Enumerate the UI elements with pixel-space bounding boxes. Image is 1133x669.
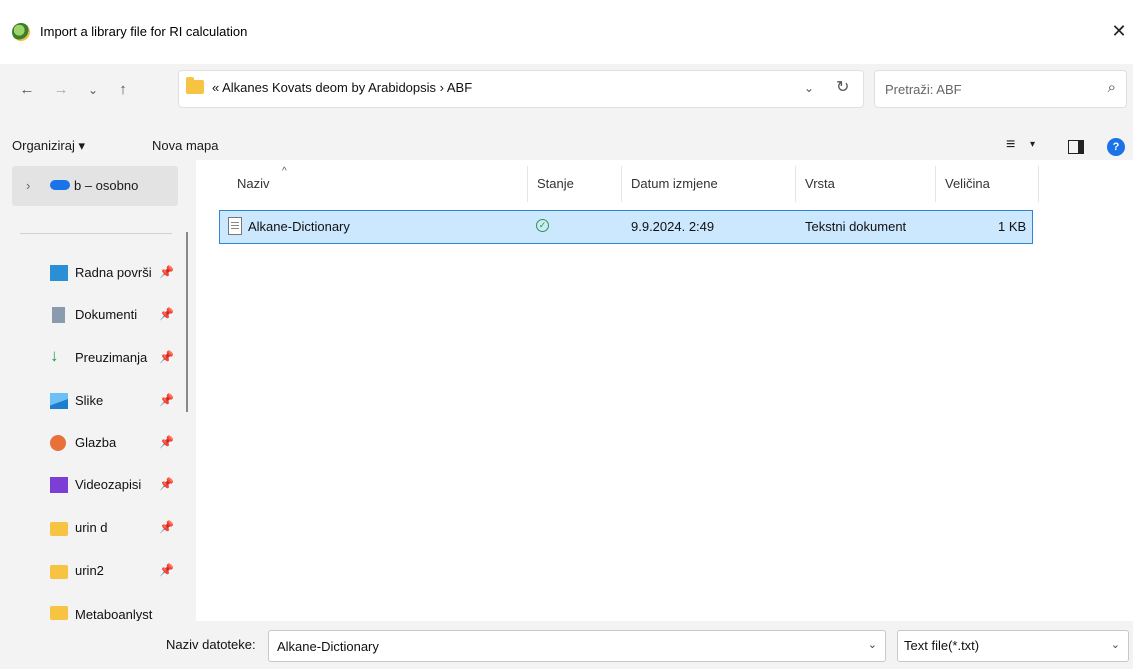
file-type: Tekstni dokument (805, 219, 907, 234)
sidebar-item-folder-metaboanlyst[interactable]: Metaboanlyst (0, 597, 186, 621)
sidebar-divider (20, 233, 172, 234)
pin-icon[interactable]: 📌 (159, 265, 174, 279)
column-separator[interactable] (1038, 166, 1039, 202)
file-date-modified: 9.9.2024. 2:49 (631, 219, 715, 234)
sidebar-item-label: Preuzimanja (75, 350, 148, 365)
cloud-icon (50, 180, 70, 190)
sidebar-item-music[interactable]: Glazba 📌 (0, 428, 186, 458)
recent-locations-button[interactable]: ⌄ (80, 77, 106, 103)
folder-icon (50, 606, 68, 620)
sidebar-item-label: urin d (75, 520, 108, 535)
search-box[interactable]: ⌕ (874, 70, 1127, 108)
sidebar-item-folder-urin2[interactable]: urin2 📌 (0, 556, 186, 586)
address-history-chevron-icon[interactable]: ⌄ (804, 81, 814, 95)
sidebar-item-folder-urin-d[interactable]: urin d 📌 (0, 513, 186, 543)
pin-icon[interactable]: 📌 (159, 520, 174, 534)
refresh-button[interactable]: ↻ (836, 77, 849, 97)
sidebar-item-videos[interactable]: Videozapisi 📌 (0, 470, 186, 500)
file-type-value: Text file(*.txt) (904, 638, 980, 653)
column-separator[interactable] (795, 166, 796, 202)
pin-icon[interactable]: 📌 (159, 477, 174, 491)
filename-label: Naziv datoteke: (166, 637, 256, 652)
sidebar-item-documents[interactable]: Dokumenti 📌 (0, 300, 186, 330)
sidebar-item-downloads[interactable]: ↓ Preuzimanja 📌 (0, 343, 186, 373)
sidebar-item-label: Slike (75, 393, 104, 408)
back-button[interactable]: ← (14, 77, 40, 103)
download-icon: ↓ (50, 346, 59, 365)
folder-icon (50, 522, 68, 536)
pin-icon[interactable]: 📌 (159, 393, 174, 407)
file-name: Alkane-Dictionary (248, 219, 350, 234)
filename-combobox[interactable]: ⌄ (268, 630, 886, 662)
pin-icon[interactable]: 📌 (159, 563, 174, 577)
sidebar-item-label: Videozapisi (75, 477, 142, 492)
music-icon (50, 435, 66, 451)
sidebar-item-desktop[interactable]: Radna površi 📌 (0, 258, 186, 288)
document-icon (52, 307, 65, 323)
preview-pane-icon[interactable] (1068, 140, 1084, 154)
desktop-icon (50, 265, 68, 281)
sidebar-item-pictures[interactable]: Slike 📌 (0, 386, 186, 416)
window-title: Import a library file for RI calculation (40, 24, 248, 39)
pin-icon[interactable]: 📌 (159, 350, 174, 364)
folder-icon (50, 565, 68, 579)
search-input[interactable] (883, 71, 1087, 107)
column-separator[interactable] (527, 166, 528, 202)
view-options-icon[interactable]: ≡ (1006, 136, 1015, 154)
chevron-down-icon[interactable]: ⌄ (868, 638, 877, 651)
sidebar-item-label: b – osobno (74, 178, 139, 193)
sidebar-item-label: Glazba (75, 435, 117, 450)
sidebar-item-label: Metaboanlyst (75, 607, 153, 621)
sidebar-item-label: urin2 (75, 563, 104, 578)
folder-icon (186, 77, 204, 94)
column-separator[interactable] (935, 166, 936, 202)
close-button[interactable]: ✕ (1108, 19, 1130, 43)
breadcrumb[interactable]: « Alkanes Kovats deom by Arabidopsis › A… (212, 80, 472, 95)
column-header-size[interactable]: Veličina (945, 176, 990, 191)
column-header-type[interactable]: Vrsta (805, 176, 835, 191)
organize-button[interactable]: Organiziraj ▾ (12, 138, 85, 154)
sidebar-scrollbar[interactable] (186, 232, 188, 412)
forward-button[interactable]: → (48, 77, 74, 103)
app-icon (12, 23, 30, 41)
file-row[interactable]: Alkane-Dictionary ✓ 9.9.2024. 2:49 Tekst… (219, 210, 1033, 244)
column-header-status[interactable]: Stanje (537, 176, 574, 191)
file-type-select[interactable]: Text file(*.txt) ⌄ (897, 630, 1129, 662)
column-header-name[interactable]: Naziv (237, 176, 270, 191)
search-icon[interactable]: ⌕ (1108, 79, 1116, 96)
filename-input[interactable] (275, 631, 849, 661)
pictures-icon (50, 393, 68, 409)
expand-chevron-icon[interactable]: › (26, 178, 30, 193)
new-folder-button[interactable]: Nova mapa (152, 138, 218, 153)
text-file-icon (228, 217, 242, 235)
sort-ascending-icon: ^ (282, 166, 287, 177)
column-header-date-modified[interactable]: Datum izmjene (631, 176, 718, 191)
up-button[interactable]: ↑ (110, 77, 136, 103)
sidebar-item-label: Dokumenti (75, 307, 138, 322)
column-separator[interactable] (621, 166, 622, 202)
pin-icon[interactable]: 📌 (159, 435, 174, 449)
view-dropdown-caret-icon[interactable]: ▾ (1030, 139, 1035, 150)
video-icon (50, 477, 68, 493)
synced-status-icon: ✓ (536, 219, 549, 232)
chevron-down-icon[interactable]: ⌄ (1111, 638, 1120, 651)
pin-icon[interactable]: 📌 (159, 307, 174, 321)
file-size: 1 KB (998, 219, 1027, 234)
help-icon[interactable]: ? (1107, 138, 1125, 156)
sidebar-item-label: Radna površi (75, 265, 152, 280)
